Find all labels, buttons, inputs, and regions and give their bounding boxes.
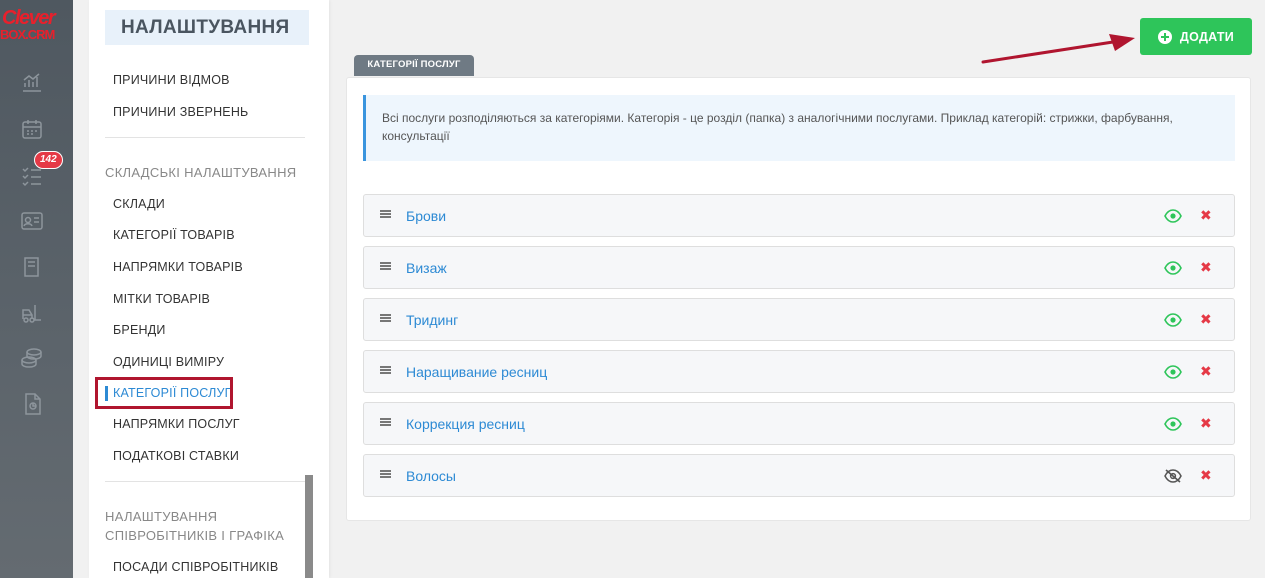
menu-item-appeal-reasons[interactable]: ПРИЧИНИ ЗВЕРНЕНЬ: [113, 105, 248, 119]
eye-icon[interactable]: [1164, 365, 1182, 379]
category-row[interactable]: Тридинг ✖: [363, 298, 1235, 341]
section-title-staff: НАЛАШТУВАННЯ СПІВРОБІТНИКІВ І ГРАФІКА: [105, 507, 284, 545]
panel-title: НАЛАШТУВАННЯ: [105, 10, 309, 45]
contacts-icon[interactable]: [20, 209, 44, 233]
category-name[interactable]: Брови: [406, 208, 446, 224]
category-row[interactable]: Коррекция ресниц ✖: [363, 402, 1235, 445]
divider: [105, 137, 305, 138]
tab-service-categories[interactable]: КАТЕГОРІЇ ПОСЛУГ: [354, 55, 474, 76]
delete-icon[interactable]: ✖: [1200, 362, 1212, 380]
category-name[interactable]: Волосы: [406, 468, 456, 484]
annotation-highlight-box: [95, 377, 233, 409]
category-name[interactable]: Тридинг: [406, 312, 458, 328]
categories-card: Всі послуги розподіляються за категоріям…: [346, 77, 1251, 521]
eye-icon[interactable]: [1164, 261, 1182, 275]
drag-handle-icon[interactable]: [380, 262, 391, 273]
menu-item-product-categories[interactable]: КАТЕГОРІЇ ТОВАРІВ: [113, 228, 235, 242]
section-title-staff-line1: НАЛАШТУВАННЯ: [105, 509, 218, 524]
section-title-warehouse: СКЛАДСЬКІ НАЛАШТУВАННЯ: [105, 165, 297, 180]
document-icon[interactable]: [20, 392, 44, 416]
drag-handle-icon[interactable]: [380, 470, 391, 481]
analytics-icon[interactable]: [20, 70, 44, 94]
delete-icon[interactable]: ✖: [1200, 414, 1212, 432]
menu-item-product-tags[interactable]: МІТКИ ТОВАРІВ: [113, 292, 210, 306]
menu-item-service-directions[interactable]: НАПРЯМКИ ПОСЛУГ: [113, 417, 240, 431]
delete-icon[interactable]: ✖: [1200, 206, 1212, 224]
info-notice: Всі послуги розподіляються за категоріям…: [363, 95, 1235, 161]
add-button[interactable]: ДОДАТИ: [1140, 18, 1252, 55]
drag-handle-icon[interactable]: [380, 210, 391, 221]
category-name[interactable]: Визаж: [406, 260, 447, 276]
category-row[interactable]: Волосы ✖: [363, 454, 1235, 497]
section-title-staff-line2: СПІВРОБІТНИКІВ І ГРАФІКА: [105, 528, 285, 543]
app-logo[interactable]: Clever BOX.CRM: [0, 8, 73, 48]
category-row[interactable]: Визаж ✖: [363, 246, 1235, 289]
plus-circle-icon: [1157, 29, 1172, 44]
annotation-arrow: [981, 34, 1135, 64]
calendar-icon[interactable]: [20, 117, 44, 141]
menu-item-warehouses[interactable]: СКЛАДИ: [113, 197, 165, 211]
menu-item-refusal-reasons[interactable]: ПРИЧИНИ ВІДМОВ: [113, 73, 230, 87]
tasks-count-badge: 142: [34, 151, 63, 169]
menu-item-units[interactable]: ОДИНИЦІ ВИМІРУ: [113, 355, 224, 369]
category-row[interactable]: Наращивание ресниц ✖: [363, 350, 1235, 393]
eye-icon[interactable]: [1164, 313, 1182, 327]
eye-icon[interactable]: [1164, 417, 1182, 431]
eye-off-icon[interactable]: [1164, 469, 1182, 483]
divider: [105, 481, 305, 482]
menu-item-staff-positions[interactable]: ПОСАДИ СПІВРОБІТНИКІВ: [113, 560, 278, 574]
logo-line2: BOX.CRM: [0, 27, 55, 42]
delete-icon[interactable]: ✖: [1200, 466, 1212, 484]
menu-item-product-directions[interactable]: НАПРЯМКИ ТОВАРІВ: [113, 260, 243, 274]
book-icon[interactable]: [20, 255, 44, 279]
panel-scrollbar[interactable]: [305, 475, 313, 578]
menu-item-brands[interactable]: БРЕНДИ: [113, 323, 166, 337]
coins-icon[interactable]: [20, 346, 44, 370]
delete-icon[interactable]: ✖: [1200, 258, 1212, 276]
drag-handle-icon[interactable]: [380, 366, 391, 377]
drag-handle-icon[interactable]: [380, 418, 391, 429]
logo-line1: Clever: [2, 7, 56, 29]
add-button-label: ДОДАТИ: [1179, 29, 1235, 44]
category-row[interactable]: Брови ✖: [363, 194, 1235, 237]
menu-item-tax-rates[interactable]: ПОДАТКОВІ СТАВКИ: [113, 449, 239, 463]
app-rail: Clever BOX.CRM 142: [0, 0, 73, 578]
category-name[interactable]: Наращивание ресниц: [406, 364, 547, 380]
settings-panel: НАЛАШТУВАННЯ ПРИЧИНИ ВІДМОВ ПРИЧИНИ ЗВЕР…: [89, 0, 329, 578]
eye-icon[interactable]: [1164, 209, 1182, 223]
drag-handle-icon[interactable]: [380, 314, 391, 325]
forklift-icon[interactable]: [20, 301, 44, 325]
category-name[interactable]: Коррекция ресниц: [406, 416, 525, 432]
delete-icon[interactable]: ✖: [1200, 310, 1212, 328]
